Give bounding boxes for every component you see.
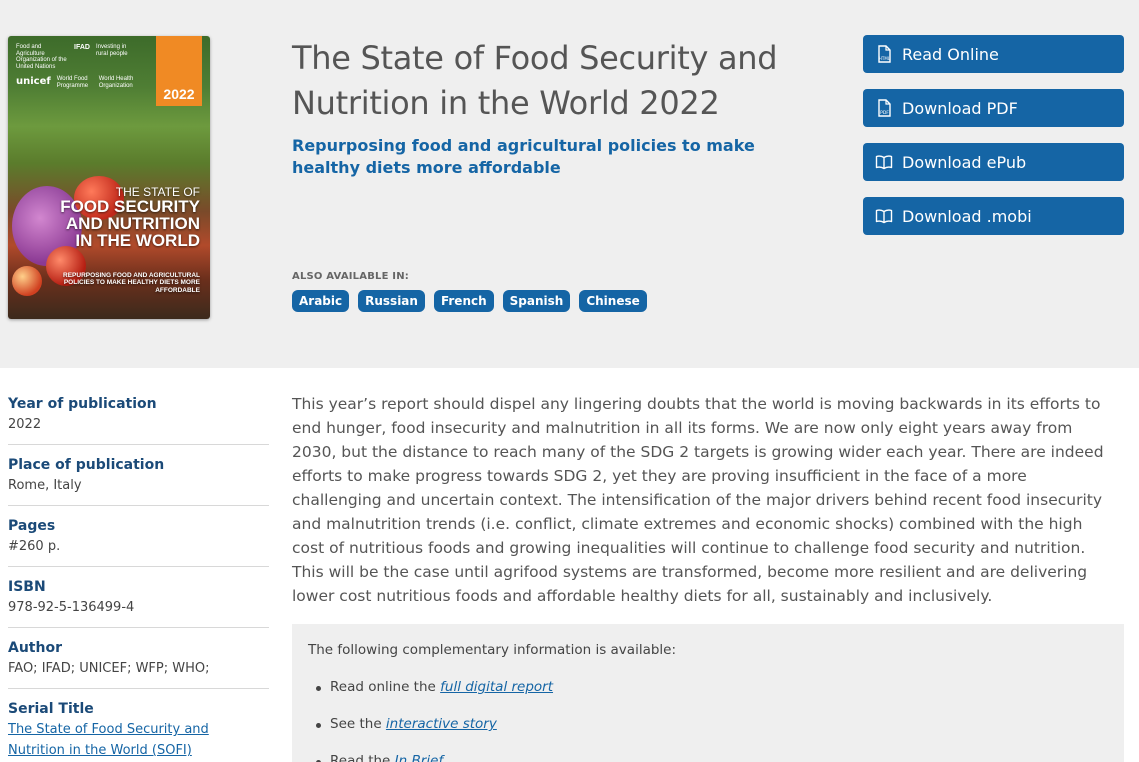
language-spanish-button[interactable]: Spanish (502, 290, 571, 312)
download-mobi-label: Download .mobi (902, 206, 1032, 226)
meta-label: ISBN (8, 579, 46, 595)
hero-section: Food and Agriculture Organization of the… (0, 0, 1139, 368)
interactive-story-link[interactable]: interactive story (386, 716, 497, 732)
cover-title-line: AND NUTRITION (65, 214, 200, 233)
language-chinese-button[interactable]: Chinese (579, 290, 647, 312)
publication-metadata: Year of publication 2022 Place of public… (8, 384, 269, 762)
read-online-button[interactable]: HTML Read Online (863, 35, 1124, 73)
list-item: See the interactive story (308, 716, 1108, 733)
cover-title-line: IN THE WORLD (75, 231, 200, 250)
meta-pages: Pages #260 p. (8, 506, 269, 567)
list-item-prefix: Read the (330, 753, 395, 762)
fao-logo: Food and Agriculture Organization of the… (16, 44, 67, 70)
meta-author: Author FAO; IFAD; UNICEF; WFP; WHO; (8, 628, 269, 689)
read-online-label: Read Online (902, 44, 999, 64)
unicef-logo: unicef (16, 76, 51, 88)
fruit-graphic (12, 266, 42, 296)
meta-place: Place of publication Rome, Italy (8, 445, 269, 506)
cover-title: THE STATE OF FOOD SECURITY AND NUTRITION… (50, 186, 200, 249)
full-digital-report-link[interactable]: full digital report (440, 679, 553, 695)
download-mobi-button[interactable]: Download .mobi (863, 197, 1124, 235)
list-item: Read the In Brief (308, 753, 1108, 762)
book-cover-image[interactable]: Food and Agriculture Organization of the… (8, 36, 210, 319)
page-subtitle: Repurposing food and agricultural polici… (292, 136, 755, 177)
meta-label: Pages (8, 518, 56, 534)
cover-year-badge: 2022 (156, 36, 202, 106)
cover-title-line: FOOD SECURITY (60, 197, 200, 216)
svg-text:HTML: HTML (879, 56, 891, 61)
in-brief-link[interactable]: In Brief (395, 753, 443, 762)
partner-logos: Food and Agriculture Organization of the… (16, 44, 156, 96)
language-french-button[interactable]: French (433, 290, 494, 312)
wfp-logo: World Food Programme (56, 76, 89, 89)
meta-label: Serial Title (8, 701, 94, 717)
complementary-info-box: The following complementary information … (292, 624, 1124, 762)
who-logo: World Health Organization (98, 76, 134, 89)
meta-serial: Serial Title The State of Food Security … (8, 689, 269, 762)
svg-text:PDF: PDF (880, 110, 889, 116)
download-pdf-button[interactable]: PDF Download PDF (863, 89, 1124, 127)
meta-isbn: ISBN 978-92-5-136499-4 (8, 567, 269, 628)
list-item: Read online the full digital report (308, 679, 1108, 696)
pdf-file-icon: PDF (875, 99, 893, 117)
html-file-icon: HTML (875, 45, 893, 63)
ifad-logo: IFAD (74, 44, 90, 51)
meta-value: 978-92-5-136499-4 (8, 600, 135, 615)
language-arabic-button[interactable]: Arabic (292, 290, 350, 312)
meta-label: Year of publication (8, 396, 157, 412)
serial-title-link[interactable]: The State of Food Security and Nutrition… (8, 719, 269, 761)
info-list: Read online the full digital report See … (308, 679, 1108, 762)
meta-value: #260 p. (8, 539, 61, 554)
download-epub-button[interactable]: Download ePub (863, 143, 1124, 181)
meta-value: FAO; IFAD; UNICEF; WFP; WHO; (8, 661, 210, 676)
ifad-tagline: Investing in rural people (95, 44, 128, 57)
meta-year: Year of publication 2022 (8, 384, 269, 445)
meta-label: Author (8, 640, 62, 656)
info-intro: The following complementary information … (308, 642, 677, 658)
action-buttons: HTML Read Online PDF Download PDF Downlo… (863, 35, 1124, 251)
meta-value: 2022 (8, 417, 42, 432)
language-list: Arabic Russian French Spanish Chinese (292, 290, 647, 312)
cover-subtitle: REPURPOSING FOOD AND AGRICULTURAL POLICI… (63, 272, 200, 294)
meta-label: Place of publication (8, 457, 165, 473)
also-available-label: ALSO AVAILABLE IN: (292, 271, 409, 282)
download-pdf-label: Download PDF (902, 98, 1018, 118)
publication-description: This year’s report should dispel any lin… (292, 395, 1104, 605)
book-icon (875, 207, 893, 225)
language-russian-button[interactable]: Russian (358, 290, 425, 312)
list-item-prefix: Read online the (330, 679, 441, 695)
page-title: The State of Food Security and Nutrition… (292, 39, 778, 122)
meta-value: Rome, Italy (8, 478, 82, 493)
list-item-prefix: See the (330, 716, 386, 732)
download-epub-label: Download ePub (902, 152, 1027, 172)
book-icon (875, 153, 893, 171)
